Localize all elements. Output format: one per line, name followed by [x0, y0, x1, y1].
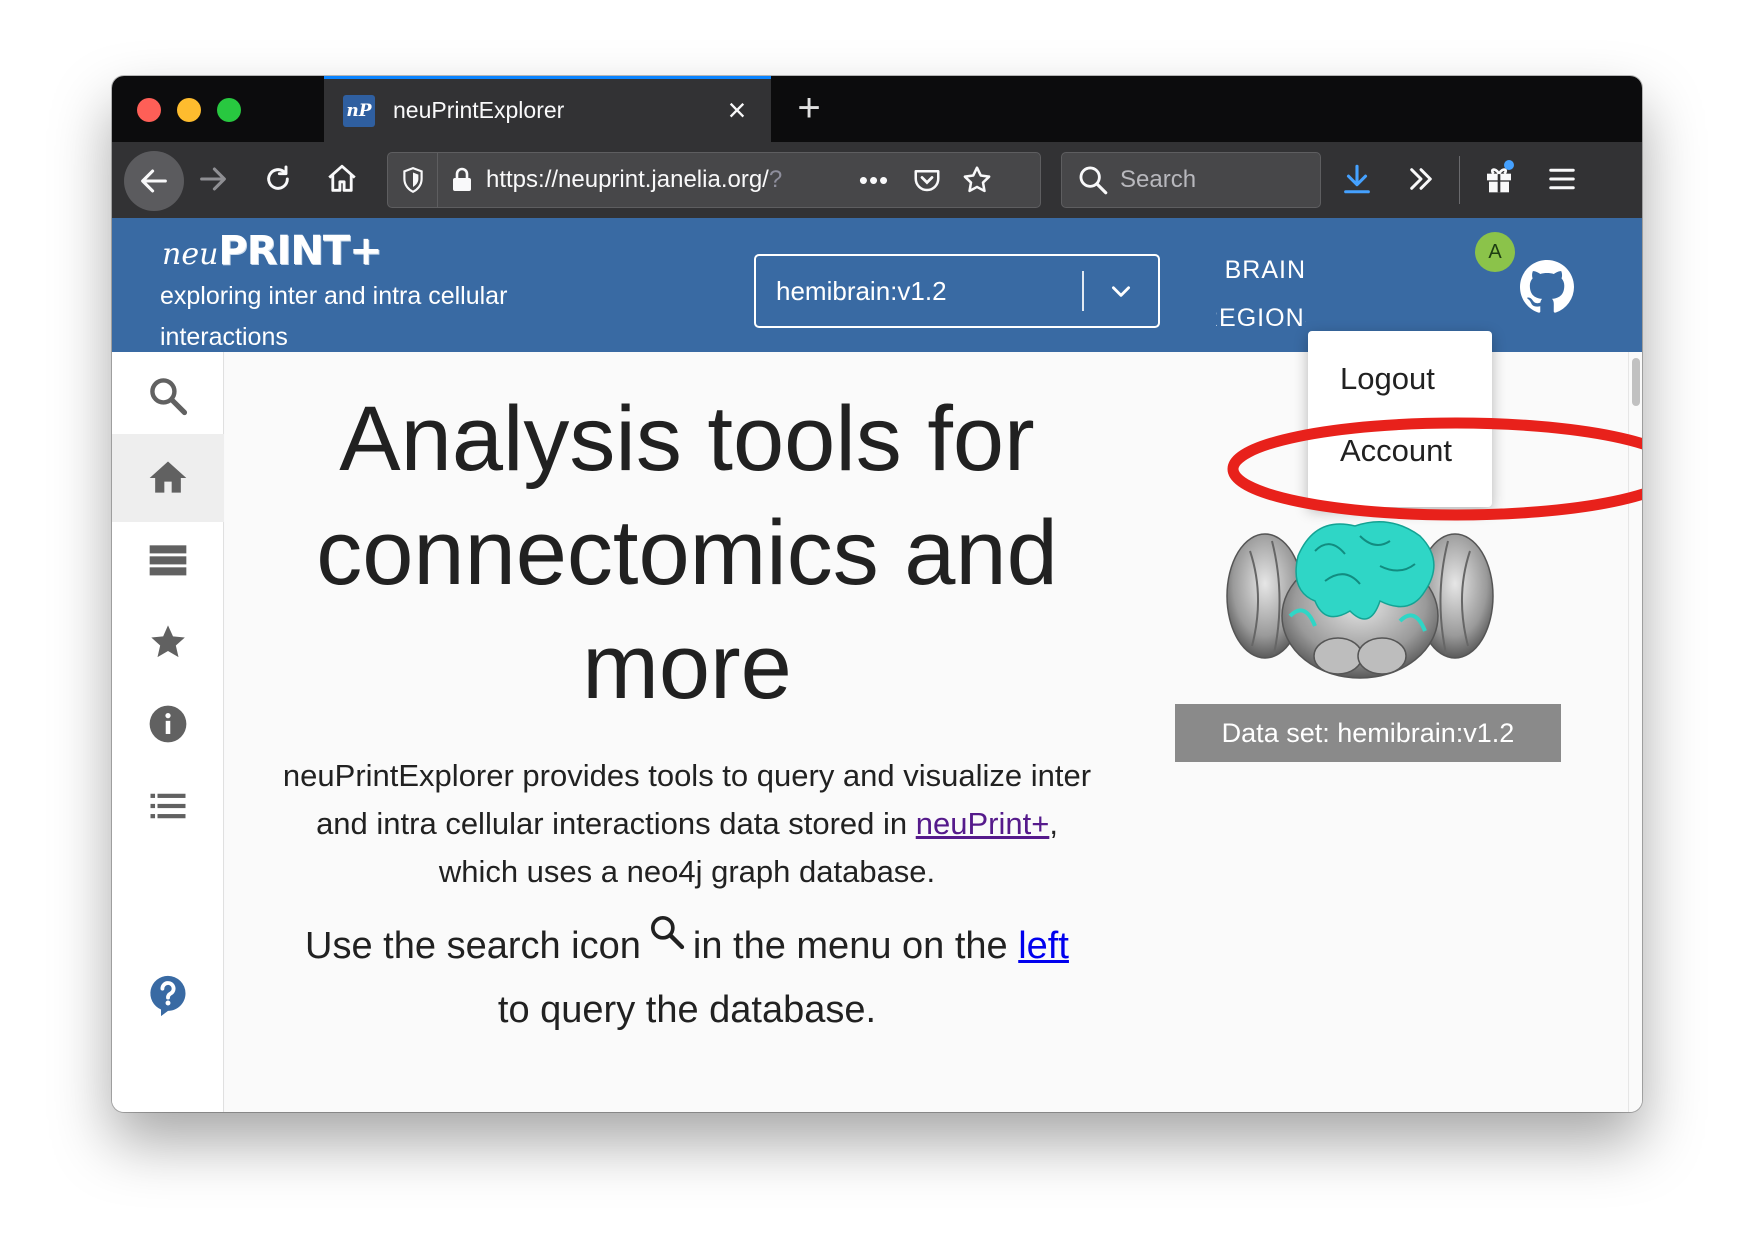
- scrollbar-thumb[interactable]: [1632, 358, 1640, 406]
- logo-neu: neu: [162, 237, 219, 272]
- sidebar-item-favorites[interactable]: [112, 598, 224, 686]
- view-list-icon: [149, 545, 187, 576]
- pocket-button[interactable]: [902, 165, 952, 195]
- page-headline: Analysis tools for connectomics and more: [316, 388, 1058, 718]
- usage-text: Use the search icon: [305, 925, 641, 967]
- notification-dot: [1504, 160, 1514, 170]
- whats-new-button[interactable]: [1474, 154, 1524, 204]
- menu-item-logout[interactable]: Logout: [1308, 343, 1492, 415]
- browser-search-bar[interactable]: Search: [1061, 152, 1321, 208]
- url-text[interactable]: https://neuprint.janelia.org/?: [486, 166, 846, 194]
- lock-icon[interactable]: [438, 167, 486, 193]
- sidebar-item-search[interactable]: [112, 352, 224, 440]
- github-link[interactable]: [1520, 260, 1574, 314]
- search-icon: [150, 378, 188, 416]
- reload-icon: [267, 165, 289, 190]
- downloads-button[interactable]: [1332, 154, 1382, 204]
- arrow-right-icon: [200, 167, 226, 191]
- double-chevron-right-icon: [1410, 168, 1432, 190]
- select-separator: [1082, 271, 1084, 311]
- tracking-protection-shield-icon[interactable]: [388, 153, 438, 207]
- user-avatar[interactable]: A: [1475, 232, 1515, 272]
- star-outline-icon: [963, 166, 991, 193]
- app-tagline: exploring inter and intra cellular inter…: [160, 282, 508, 351]
- home-button[interactable]: [317, 154, 367, 204]
- tab-close-button[interactable]: ×: [717, 92, 757, 129]
- search-icon: [1079, 166, 1108, 195]
- chevron-down-icon[interactable]: [1084, 278, 1158, 304]
- dataset-select-value: hemibrain:v1.2: [776, 275, 947, 306]
- overflow-menu-button[interactable]: [1396, 154, 1446, 204]
- sidebar-item-workspaces[interactable]: [112, 762, 224, 850]
- tab-title: neuPrintExplorer: [393, 97, 565, 123]
- page-actions-button[interactable]: •••: [846, 165, 902, 196]
- usage-text-middle: in the menu on the: [692, 925, 1008, 967]
- brain-rendering: [1226, 521, 1494, 679]
- home-icon: [149, 461, 187, 493]
- arrow-left-icon: [141, 169, 167, 193]
- zoom-window-button[interactable]: [217, 98, 241, 122]
- navigation-toolbar: https://neuprint.janelia.org/? ••• Searc…: [112, 142, 1642, 218]
- tab-neuprintexplorer[interactable]: nP neuPrintExplorer ×: [324, 76, 771, 142]
- hamburger-menu-button[interactable]: [1537, 154, 1587, 204]
- neuprint-link[interactable]: neuPrint+: [916, 806, 1050, 841]
- bookmark-button[interactable]: [952, 164, 1002, 196]
- logo-print: PRINT+: [218, 228, 382, 274]
- github-icon: [1520, 260, 1574, 313]
- dataset-badge: Data set: hemibrain:v1.2: [1175, 704, 1561, 762]
- url-address: https://neuprint.janelia.org/: [486, 166, 769, 193]
- toolbar-separator: [1459, 156, 1460, 204]
- home-icon: [328, 164, 356, 192]
- star-icon: [151, 625, 185, 658]
- left-link[interactable]: left: [1018, 925, 1069, 967]
- hamburger-icon: [1549, 168, 1575, 190]
- highlight-ring: [1227, 417, 1642, 521]
- intro-paragraph: neuPrintExplorer provides tools to query…: [273, 752, 1101, 896]
- back-button[interactable]: [124, 151, 184, 211]
- usage-paragraph: Use the search icon in the menu on the le…: [273, 912, 1101, 1042]
- url-bar[interactable]: https://neuprint.janelia.org/? •••: [387, 152, 1041, 208]
- usage-text-end: to query the database.: [497, 989, 877, 1031]
- info-icon: [149, 705, 187, 743]
- neuprint-logo[interactable]: neu PRINT+: [162, 228, 383, 274]
- brain-regions-line-2: REGIONS: [1216, 304, 1306, 332]
- minimize-window-button[interactable]: [177, 98, 201, 122]
- tab-strip: nP neuPrintExplorer × +: [112, 76, 1642, 142]
- sidebar-item-results[interactable]: [112, 516, 224, 604]
- forward-button[interactable]: [188, 154, 238, 204]
- reload-button[interactable]: [253, 154, 303, 204]
- browser-window: nP neuPrintExplorer × + https://neuprint…: [112, 76, 1642, 1112]
- new-tab-button[interactable]: +: [784, 84, 834, 134]
- download-icon: [1344, 164, 1370, 194]
- dataset-select[interactable]: hemibrain:v1.2: [754, 254, 1160, 328]
- list-icon: [150, 793, 186, 819]
- help-icon: [150, 975, 186, 1017]
- brain-regions-link[interactable]: BRAIN REGIONS: [1216, 246, 1306, 342]
- close-window-button[interactable]: [137, 98, 161, 122]
- sidebar-item-home[interactable]: [112, 434, 224, 522]
- favicon-icon: nP: [343, 94, 375, 127]
- brain-regions-line-1: BRAIN: [1224, 256, 1306, 284]
- url-tail: ?: [768, 166, 783, 193]
- left-sidebar: [112, 352, 224, 1112]
- sidebar-item-info[interactable]: [112, 680, 224, 768]
- pocket-icon: [914, 170, 940, 192]
- sidebar-item-help[interactable]: [112, 952, 224, 1040]
- search-icon: [650, 916, 685, 950]
- search-placeholder: Search: [1120, 166, 1197, 193]
